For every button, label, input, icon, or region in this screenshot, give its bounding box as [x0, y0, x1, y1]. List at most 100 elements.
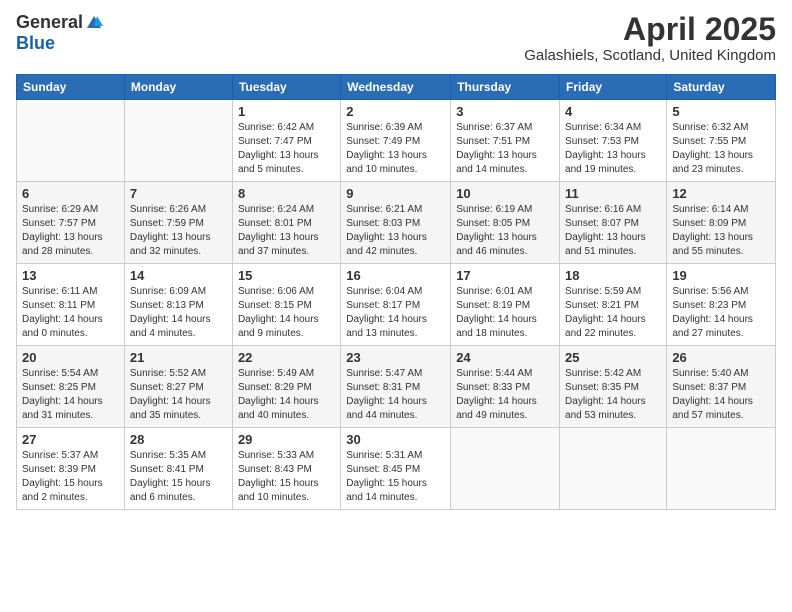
calendar-week-row: 6 Sunrise: 6:29 AM Sunset: 7:57 PM Daylig…	[17, 182, 776, 264]
logo-general-text: General	[16, 12, 83, 33]
day-number: 25	[565, 350, 661, 365]
calendar-cell: 9 Sunrise: 6:21 AM Sunset: 8:03 PM Daylig…	[341, 182, 451, 264]
calendar-cell: 11 Sunrise: 6:16 AM Sunset: 8:07 PM Dayli…	[560, 182, 667, 264]
day-number: 27	[22, 432, 119, 447]
calendar-cell	[560, 428, 667, 510]
day-info: Sunrise: 5:42 AM Sunset: 8:35 PM Dayligh…	[565, 367, 661, 423]
day-info: Sunrise: 6:14 AM Sunset: 8:09 PM Dayligh…	[672, 203, 770, 259]
day-number: 10	[456, 186, 554, 201]
calendar-cell: 27Sunrise: 5:37 AM Sunset: 8:39 PM Dayli…	[17, 428, 125, 510]
day-number: 21	[130, 350, 227, 365]
subtitle: Galashiels, Scotland, United Kingdom	[524, 47, 776, 64]
day-info: Sunrise: 6:39 AM Sunset: 7:49 PM Dayligh…	[346, 121, 445, 177]
calendar-week-row: 27Sunrise: 5:37 AM Sunset: 8:39 PM Dayli…	[17, 428, 776, 510]
day-number: 11	[565, 186, 661, 201]
day-info: Sunrise: 6:29 AM Sunset: 7:57 PM Dayligh…	[22, 203, 119, 259]
day-info: Sunrise: 6:37 AM Sunset: 7:51 PM Dayligh…	[456, 121, 554, 177]
day-number: 1	[238, 104, 335, 119]
calendar-cell: 30 Sunrise: 5:31 AM Sunset: 8:45 PM Dayli…	[341, 428, 451, 510]
weekday-header-row: SundayMondayTuesdayWednesdayThursdayFrid…	[17, 75, 776, 100]
weekday-header-monday: Monday	[124, 75, 232, 100]
day-info: Sunrise: 5:40 AM Sunset: 8:37 PM Dayligh…	[672, 367, 770, 423]
weekday-header-saturday: Saturday	[667, 75, 776, 100]
calendar-cell: 2 Sunrise: 6:39 AM Sunset: 7:49 PM Daylig…	[341, 100, 451, 182]
day-info: Sunrise: 5:33 AM Sunset: 8:43 PM Dayligh…	[238, 449, 335, 505]
day-number: 23	[346, 350, 445, 365]
day-number: 16	[346, 268, 445, 283]
calendar-cell: 8 Sunrise: 6:24 AM Sunset: 8:01 PM Daylig…	[232, 182, 340, 264]
day-number: 22	[238, 350, 335, 365]
calendar-cell: 28 Sunrise: 5:35 AM Sunset: 8:41 PM Dayli…	[124, 428, 232, 510]
calendar-cell: 25 Sunrise: 5:42 AM Sunset: 8:35 PM Dayli…	[560, 346, 667, 428]
calendar-cell	[124, 100, 232, 182]
calendar-cell: 23 Sunrise: 5:47 AM Sunset: 8:31 PM Dayli…	[341, 346, 451, 428]
calendar-cell: 5 Sunrise: 6:32 AM Sunset: 7:55 PM Daylig…	[667, 100, 776, 182]
day-info: Sunrise: 6:04 AM Sunset: 8:17 PM Dayligh…	[346, 285, 445, 341]
day-number: 28	[130, 432, 227, 447]
weekday-header-sunday: Sunday	[17, 75, 125, 100]
calendar-cell: 7Sunrise: 6:26 AM Sunset: 7:59 PM Daylig…	[124, 182, 232, 264]
day-number: 5	[672, 104, 770, 119]
logo-icon	[85, 14, 103, 32]
day-number: 3	[456, 104, 554, 119]
calendar-week-row: 13Sunrise: 6:11 AM Sunset: 8:11 PM Dayli…	[17, 264, 776, 346]
day-number: 2	[346, 104, 445, 119]
day-number: 18	[565, 268, 661, 283]
calendar-cell	[667, 428, 776, 510]
weekday-header-tuesday: Tuesday	[232, 75, 340, 100]
weekday-header-thursday: Thursday	[451, 75, 560, 100]
day-info: Sunrise: 6:42 AM Sunset: 7:47 PM Dayligh…	[238, 121, 335, 177]
logo-blue-text: Blue	[16, 33, 55, 54]
day-number: 7	[130, 186, 227, 201]
calendar-cell: 24 Sunrise: 5:44 AM Sunset: 8:33 PM Dayli…	[451, 346, 560, 428]
header: General Blue April 2025 Galashiels, Scot…	[16, 12, 776, 64]
day-number: 14	[130, 268, 227, 283]
calendar-cell: 29 Sunrise: 5:33 AM Sunset: 8:43 PM Dayli…	[232, 428, 340, 510]
day-info: Sunrise: 6:09 AM Sunset: 8:13 PM Dayligh…	[130, 285, 227, 341]
day-info: Sunrise: 6:19 AM Sunset: 8:05 PM Dayligh…	[456, 203, 554, 259]
calendar-cell: 12Sunrise: 6:14 AM Sunset: 8:09 PM Dayli…	[667, 182, 776, 264]
weekday-header-friday: Friday	[560, 75, 667, 100]
day-number: 9	[346, 186, 445, 201]
day-info: Sunrise: 5:56 AM Sunset: 8:23 PM Dayligh…	[672, 285, 770, 341]
title-section: April 2025 Galashiels, Scotland, United …	[524, 12, 776, 64]
day-number: 29	[238, 432, 335, 447]
calendar-cell: 21 Sunrise: 5:52 AM Sunset: 8:27 PM Dayli…	[124, 346, 232, 428]
day-info: Sunrise: 5:47 AM Sunset: 8:31 PM Dayligh…	[346, 367, 445, 423]
day-number: 4	[565, 104, 661, 119]
calendar-cell: 13Sunrise: 6:11 AM Sunset: 8:11 PM Dayli…	[17, 264, 125, 346]
calendar-cell: 18Sunrise: 5:59 AM Sunset: 8:21 PM Dayli…	[560, 264, 667, 346]
main-title: April 2025	[524, 12, 776, 47]
calendar-cell	[17, 100, 125, 182]
calendar: SundayMondayTuesdayWednesdayThursdayFrid…	[16, 74, 776, 510]
day-number: 8	[238, 186, 335, 201]
day-info: Sunrise: 5:31 AM Sunset: 8:45 PM Dayligh…	[346, 449, 445, 505]
day-info: Sunrise: 6:24 AM Sunset: 8:01 PM Dayligh…	[238, 203, 335, 259]
day-info: Sunrise: 6:16 AM Sunset: 8:07 PM Dayligh…	[565, 203, 661, 259]
day-info: Sunrise: 5:35 AM Sunset: 8:41 PM Dayligh…	[130, 449, 227, 505]
day-info: Sunrise: 5:49 AM Sunset: 8:29 PM Dayligh…	[238, 367, 335, 423]
day-info: Sunrise: 5:44 AM Sunset: 8:33 PM Dayligh…	[456, 367, 554, 423]
day-info: Sunrise: 6:01 AM Sunset: 8:19 PM Dayligh…	[456, 285, 554, 341]
calendar-cell: 15Sunrise: 6:06 AM Sunset: 8:15 PM Dayli…	[232, 264, 340, 346]
day-number: 30	[346, 432, 445, 447]
calendar-cell: 19 Sunrise: 5:56 AM Sunset: 8:23 PM Dayli…	[667, 264, 776, 346]
day-info: Sunrise: 5:52 AM Sunset: 8:27 PM Dayligh…	[130, 367, 227, 423]
day-number: 20	[22, 350, 119, 365]
day-number: 24	[456, 350, 554, 365]
weekday-header-wednesday: Wednesday	[341, 75, 451, 100]
calendar-week-row: 1 Sunrise: 6:42 AM Sunset: 7:47 PM Daylig…	[17, 100, 776, 182]
page: General Blue April 2025 Galashiels, Scot…	[0, 0, 792, 612]
day-info: Sunrise: 6:21 AM Sunset: 8:03 PM Dayligh…	[346, 203, 445, 259]
logo: General Blue	[16, 12, 103, 54]
calendar-cell: 10 Sunrise: 6:19 AM Sunset: 8:05 PM Dayli…	[451, 182, 560, 264]
calendar-cell: 6 Sunrise: 6:29 AM Sunset: 7:57 PM Daylig…	[17, 182, 125, 264]
day-number: 19	[672, 268, 770, 283]
day-number: 6	[22, 186, 119, 201]
calendar-cell: 3 Sunrise: 6:37 AM Sunset: 7:51 PM Daylig…	[451, 100, 560, 182]
day-info: Sunrise: 6:11 AM Sunset: 8:11 PM Dayligh…	[22, 285, 119, 341]
day-info: Sunrise: 6:32 AM Sunset: 7:55 PM Dayligh…	[672, 121, 770, 177]
calendar-cell: 17Sunrise: 6:01 AM Sunset: 8:19 PM Dayli…	[451, 264, 560, 346]
calendar-cell	[451, 428, 560, 510]
calendar-cell: 4Sunrise: 6:34 AM Sunset: 7:53 PM Daylig…	[560, 100, 667, 182]
